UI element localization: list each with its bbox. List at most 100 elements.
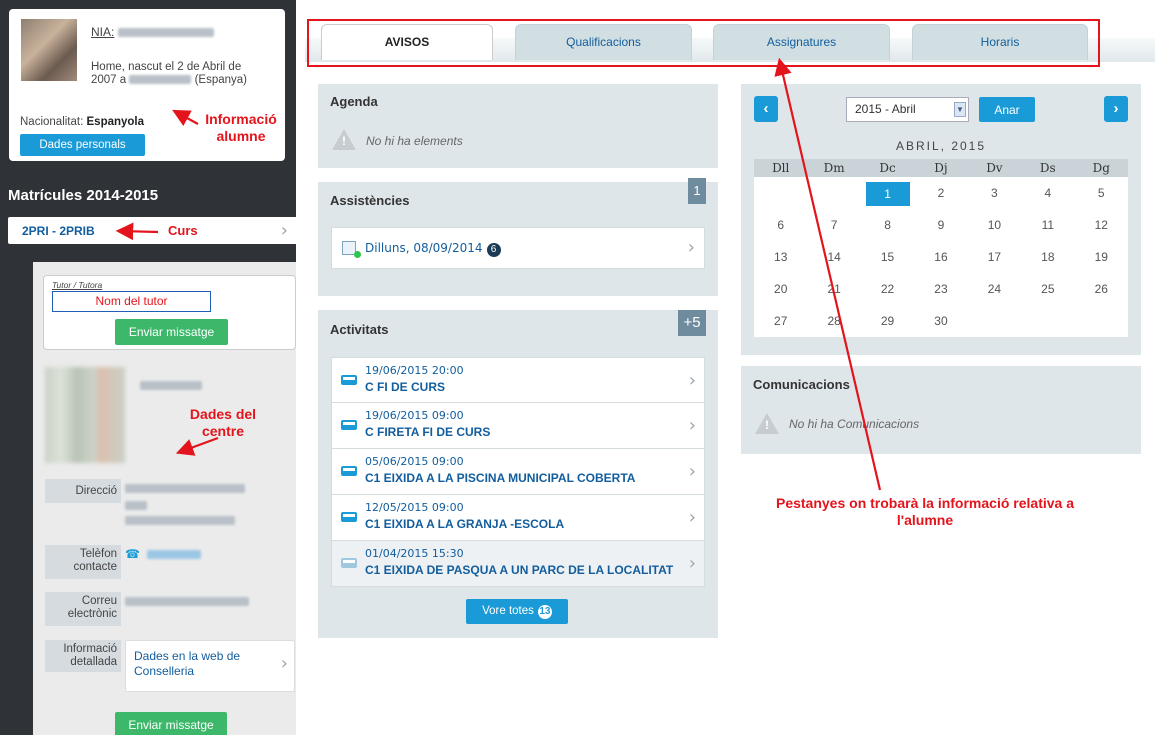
school-name-blur bbox=[140, 381, 202, 391]
calendar-day[interactable]: 16 bbox=[914, 241, 967, 273]
attendance-count-badge: 1 bbox=[688, 178, 706, 204]
calendar-day[interactable]: 23 bbox=[914, 273, 967, 305]
calendar-day[interactable]: 15 bbox=[861, 241, 914, 273]
calendar-week: 6 7 8 9 10 11 12 bbox=[754, 209, 1128, 241]
bus-icon bbox=[341, 420, 357, 430]
activity-name: C1 EIXIDA A LA GRANJA -ESCOLA bbox=[365, 517, 565, 531]
email-blur bbox=[125, 597, 249, 607]
calendar-day[interactable]: 13 bbox=[754, 241, 807, 273]
calendar-day[interactable]: 25 bbox=[1021, 273, 1074, 305]
calendar-day[interactable]: 10 bbox=[968, 209, 1021, 241]
list-item[interactable]: 19/06/2015 20:00 C FI DE CURS › bbox=[331, 357, 705, 403]
calendar-day[interactable]: 17 bbox=[968, 241, 1021, 273]
chevron-right-icon: › bbox=[280, 653, 288, 674]
activity-name: C1 EIXIDA A LA PISCINA MUNICIPAL COBERTA bbox=[365, 471, 636, 485]
calendar-empty-cell bbox=[968, 305, 1021, 337]
warning-mark: ! bbox=[342, 134, 346, 148]
calendar-day[interactable]: 4 bbox=[1021, 177, 1074, 209]
tab-avisos[interactable]: AVISOS bbox=[321, 24, 493, 60]
conselleria-web-link[interactable]: Dades en la web de Conselleria › bbox=[125, 640, 295, 692]
activity-time: 01/04/2015 15:30 bbox=[365, 547, 464, 560]
address-label: Direcció bbox=[45, 479, 121, 503]
attendance-item[interactable]: Dilluns, 08/09/2014 6 › bbox=[331, 227, 705, 269]
details-label: Informació detallada bbox=[45, 640, 121, 672]
calendar-day[interactable]: 29 bbox=[861, 305, 914, 337]
tab-assignatures[interactable]: Assignatures bbox=[713, 24, 890, 60]
chevron-right-icon: › bbox=[688, 415, 696, 436]
bus-icon bbox=[341, 558, 357, 568]
go-button[interactable]: Anar bbox=[979, 97, 1035, 122]
calendar-day[interactable]: 11 bbox=[1021, 209, 1074, 241]
annotation-centre: Dades del centre bbox=[189, 406, 257, 439]
calendar-day[interactable]: 12 bbox=[1075, 209, 1128, 241]
personal-data-button[interactable]: Dades personals bbox=[20, 134, 145, 156]
list-item[interactable]: 05/06/2015 09:00 C1 EIXIDA A LA PISCINA … bbox=[331, 449, 705, 495]
annotation-tabs: Pestanyes on trobarà la informació relat… bbox=[775, 495, 1074, 528]
phone-value: ☎ bbox=[125, 547, 293, 561]
calendar-day[interactable]: 18 bbox=[1021, 241, 1074, 273]
calendar-day[interactable]: 9 bbox=[914, 209, 967, 241]
calendar-week: 13 14 15 16 17 18 19 bbox=[754, 241, 1128, 273]
phone-icon: ☎ bbox=[125, 547, 140, 561]
tutor-label: Tutor / Tutora bbox=[52, 280, 103, 290]
calendar-day[interactable]: 19 bbox=[1075, 241, 1128, 273]
list-item[interactable]: 19/06/2015 09:00 C FIRETA FI DE CURS › bbox=[331, 403, 705, 449]
address-blur-1 bbox=[125, 484, 245, 494]
app-root: NIA: Home, nascut el 2 de Abril de 2007 … bbox=[0, 0, 1155, 735]
activity-time: 12/05/2015 09:00 bbox=[365, 501, 464, 514]
calendar-day[interactable]: 2 bbox=[914, 177, 967, 209]
calendar-day[interactable]: 3 bbox=[968, 177, 1021, 209]
list-item[interactable]: 12/05/2015 09:00 C1 EIXIDA A LA GRANJA -… bbox=[331, 495, 705, 541]
phone-blur[interactable] bbox=[147, 550, 202, 560]
calendar-day[interactable]: 22 bbox=[861, 273, 914, 305]
see-all-label: Vore totes bbox=[482, 604, 534, 617]
email-value-redacted bbox=[125, 594, 293, 608]
course-item[interactable]: 2PRI - 2PRIB Curs › bbox=[8, 217, 296, 244]
agenda-title: Agenda bbox=[330, 94, 378, 109]
calendar-day[interactable]: 27 bbox=[754, 305, 807, 337]
calendar-day-today[interactable]: 1 bbox=[861, 177, 914, 209]
month-select-value: 2015 - Abril bbox=[855, 102, 916, 116]
tutor-send-message-button[interactable]: Enviar missatge bbox=[115, 319, 228, 345]
calendar-week: 12345 bbox=[754, 177, 1128, 209]
student-nia: NIA: bbox=[91, 25, 214, 39]
calendar-day[interactable]: 6 bbox=[754, 209, 807, 241]
calendar-day[interactable]: 28 bbox=[807, 305, 860, 337]
sidebar: NIA: Home, nascut el 2 de Abril de 2007 … bbox=[0, 0, 296, 735]
calendar-day[interactable]: 7 bbox=[807, 209, 860, 241]
calendar-day[interactable]: 8 bbox=[861, 209, 914, 241]
activity-time: 19/06/2015 20:00 bbox=[365, 364, 464, 377]
student-birth-info: Home, nascut el 2 de Abril de 2007 a (Es… bbox=[91, 61, 281, 87]
chevron-right-icon: › bbox=[688, 461, 696, 482]
calendar-empty-cell bbox=[1075, 305, 1128, 337]
phone-label: Telèfon contacte bbox=[45, 545, 121, 579]
birth-place-redacted bbox=[129, 75, 192, 85]
calendar-day[interactable]: 14 bbox=[807, 241, 860, 273]
calendar-day[interactable]: 21 bbox=[807, 273, 860, 305]
activity-time: 05/06/2015 09:00 bbox=[365, 455, 464, 468]
calendar-next-button[interactable]: › bbox=[1104, 96, 1128, 122]
agenda-empty: No hi ha elements bbox=[366, 134, 463, 148]
tab-qualificacions[interactable]: Qualificacions bbox=[515, 24, 692, 60]
calendar-day[interactable]: 24 bbox=[968, 273, 1021, 305]
calendar-day[interactable]: 5 bbox=[1075, 177, 1128, 209]
tab-horaris[interactable]: Horaris bbox=[912, 24, 1088, 60]
communications-panel: Comunicacions ! No hi ha Comunicacions bbox=[741, 366, 1141, 454]
weekday-header: Dm bbox=[823, 161, 845, 175]
calendar-day[interactable]: 26 bbox=[1075, 273, 1128, 305]
bus-icon bbox=[341, 512, 357, 522]
calendar-day[interactable]: 20 bbox=[754, 273, 807, 305]
list-item[interactable]: 01/04/2015 15:30 C1 EIXIDA DE PASQUA A U… bbox=[331, 541, 705, 587]
activity-name: C1 EIXIDA DE PASQUA A UN PARC DE LA LOCA… bbox=[365, 563, 674, 577]
chevron-right-icon: › bbox=[688, 553, 696, 574]
weekday-header: Dll bbox=[772, 161, 790, 175]
see-all-activities-button[interactable]: Vore totes 13 bbox=[466, 599, 568, 624]
calendar-prev-button[interactable]: ‹ bbox=[754, 96, 778, 122]
activity-time: 19/06/2015 09:00 bbox=[365, 409, 464, 422]
conselleria-web-link-text: Dades en la web de Conselleria bbox=[134, 649, 241, 678]
birth-text-1: Home, nascut el 2 de Abril de bbox=[91, 61, 242, 73]
calendar-day[interactable]: 30 bbox=[914, 305, 967, 337]
centre-send-message-button[interactable]: Enviar missatge bbox=[115, 712, 227, 735]
school-logo bbox=[45, 367, 125, 463]
month-select[interactable]: 2015 - Abril ▼ bbox=[846, 97, 969, 122]
